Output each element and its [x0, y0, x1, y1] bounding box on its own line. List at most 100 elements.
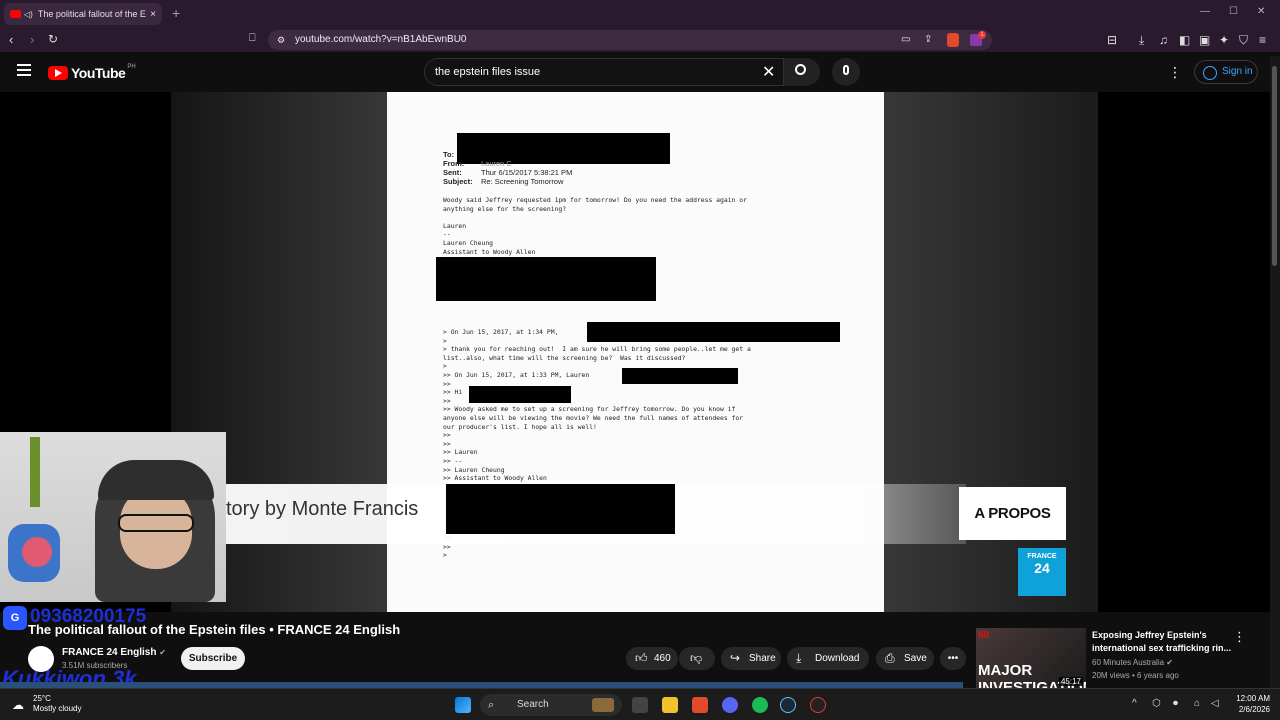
recommended-thumbnail[interactable]: 60 MAJOR INVESTIGATION 45:17 [976, 628, 1086, 688]
start-button-icon[interactable] [455, 697, 471, 713]
browser-menu-icon[interactable]: ≡ [1259, 33, 1266, 47]
tab-title: The political fallout of the Ep [37, 9, 147, 19]
a-propos-logo: A PROPOS [959, 487, 1066, 540]
close-window-button[interactable]: ✕ [1257, 6, 1265, 17]
address-bar[interactable]: ⚙ youtube.com/watch?v=nB1AbEwnBU0 ▭ ⇪ 1 [268, 30, 992, 50]
search-input[interactable]: the epstein files issue [424, 58, 784, 86]
settings-menu-icon[interactable]: ⋮ [1168, 64, 1182, 81]
youtube-play-icon [48, 66, 68, 80]
recommended-channel[interactable]: 60 Minutes Australia ✔ [1092, 658, 1173, 667]
vpn-icon[interactable]: ⛉ [1239, 33, 1248, 48]
volume-icon[interactable]: ◁ [1211, 698, 1219, 709]
search-button[interactable] [784, 58, 820, 86]
like-count: 460 [654, 653, 671, 664]
more-actions-button[interactable]: ••• [940, 647, 966, 670]
tab-close-button[interactable]: × [150, 9, 156, 20]
tray-mic-icon[interactable]: ⏺ [1173, 698, 1178, 709]
share-button[interactable]: ↪ Share [721, 647, 781, 670]
download-button[interactable]: ⤓ Download [787, 647, 869, 670]
dislike-button[interactable]: 👎︎ [679, 647, 715, 670]
tray-app-icon[interactable]: ⬡ [1152, 698, 1161, 709]
taskbar-search[interactable]: ⌕ Search [480, 694, 622, 716]
subscriber-count: 3.51M subscribers [62, 661, 128, 670]
tray-overflow-icon[interactable]: ^ [1132, 698, 1137, 709]
discord-icon[interactable] [722, 697, 738, 713]
save-button[interactable]: ⎙ Save [876, 647, 934, 670]
hamburger-menu-icon[interactable] [17, 64, 31, 76]
youtube-favicon-icon [10, 10, 21, 18]
browser-tab-bar: ◁) The political fallout of the Ep × + —… [0, 0, 1280, 28]
steam-icon[interactable] [780, 697, 796, 713]
system-clock[interactable]: 12:00 AM 2/6/2026 [1226, 693, 1270, 715]
channel-avatar[interactable] [28, 646, 54, 672]
channel-name-text: FRANCE 24 English [62, 647, 157, 658]
task-view-icon[interactable] [632, 697, 648, 713]
verified-icon: ✔ [1166, 658, 1173, 667]
like-button[interactable]: 👍︎ 460 [626, 647, 678, 670]
more-horizontal-icon: ••• [947, 653, 959, 664]
redaction-block [587, 322, 840, 342]
from-label: From: [443, 159, 465, 168]
spotify-icon[interactable] [752, 697, 768, 713]
maximize-button[interactable]: ☐ [1229, 6, 1238, 17]
extension-badge: 1 [978, 31, 986, 39]
recommended-menu-icon[interactable]: ⋮ [1233, 629, 1246, 645]
channel-name[interactable]: FRANCE 24 English ✔ [62, 647, 166, 658]
windows-taskbar: ☁ 25°C Mostly cloudy ⌕ Search ^ ⬡ ⏺ ⌂ ◁ … [0, 688, 1280, 720]
person-cap [98, 460, 214, 500]
obs-icon[interactable] [810, 697, 826, 713]
share-label: Share [749, 653, 776, 664]
brave-shields-icon[interactable] [947, 33, 959, 47]
redaction-block [469, 386, 571, 403]
weather-condition: Mostly cloudy [33, 704, 82, 713]
subscribe-button[interactable]: Subscribe [181, 647, 245, 670]
recommended-channel-text: 60 Minutes Australia [1092, 658, 1165, 667]
scrollbar-thumb[interactable] [1272, 66, 1277, 266]
recommended-title[interactable]: Exposing Jeffrey Epstein's international… [1092, 629, 1232, 655]
lower-third-text: tory by Monte Francis [226, 498, 419, 520]
thumbs-up-icon: 👍︎ [635, 651, 648, 665]
sidebar-toggle-icon[interactable]: ⊟ [1107, 33, 1117, 47]
forward-button[interactable]: › [30, 32, 34, 47]
media-icon[interactable]: ♫ [1159, 33, 1168, 47]
from-value: Lauren C [481, 159, 512, 168]
cast-icon[interactable]: ▭ [901, 30, 910, 50]
share-page-icon[interactable]: ⇪ [924, 30, 932, 50]
bookmark-icon[interactable]: ⎕ [249, 32, 256, 45]
new-tab-button[interactable]: + [172, 5, 180, 21]
network-icon[interactable]: ⌂ [1194, 698, 1200, 709]
downloads-icon[interactable]: ⤓ [1139, 33, 1144, 48]
sign-in-button[interactable]: Sign in [1194, 60, 1258, 84]
minimize-button[interactable]: — [1200, 6, 1210, 17]
voice-search-button[interactable] [832, 58, 860, 86]
france24-logo-top: FRANCE [1027, 553, 1057, 560]
mic-icon [843, 65, 849, 75]
back-button[interactable]: ‹ [9, 32, 13, 47]
search-icon [795, 64, 806, 75]
temperature: 25°C [33, 694, 51, 703]
download-icon: ⤓ [796, 651, 802, 665]
reload-button[interactable]: ↻ [48, 32, 58, 46]
speaker-icon[interactable]: ◁) [24, 10, 33, 19]
subject-label: Subject: [443, 177, 473, 186]
redaction-block [436, 257, 656, 301]
video-title: The political fallout of the Epstein fil… [28, 622, 401, 637]
person-glasses [118, 514, 194, 532]
tab-active[interactable]: ◁) The political fallout of the Ep × [4, 3, 162, 25]
hanging-ornament [30, 437, 40, 507]
to-label: To: [443, 150, 455, 159]
brave-browser-icon[interactable] [692, 697, 708, 713]
clear-search-icon[interactable]: ✕ [762, 62, 775, 82]
recommended-meta: 20M views • 6 years ago [1092, 671, 1179, 680]
leo-ai-icon[interactable]: ✦ [1219, 33, 1229, 47]
wallet-icon[interactable]: ▣ [1199, 33, 1210, 47]
weather-widget[interactable]: 25°C Mostly cloudy [33, 694, 81, 714]
download-label: Download [815, 653, 860, 664]
reader-icon[interactable]: ◧ [1179, 33, 1190, 47]
youtube-logo[interactable]: YouTube PH [48, 64, 136, 81]
youtube-wordmark: YouTube [71, 65, 126, 81]
site-info-icon[interactable]: ⚙ [277, 30, 285, 50]
scrollbar[interactable] [1270, 56, 1280, 688]
file-explorer-icon[interactable] [662, 697, 678, 713]
browser-nav-bar: ‹ › ↻ ⎕ ⚙ youtube.com/watch?v=nB1AbEwnBU… [0, 28, 1280, 52]
